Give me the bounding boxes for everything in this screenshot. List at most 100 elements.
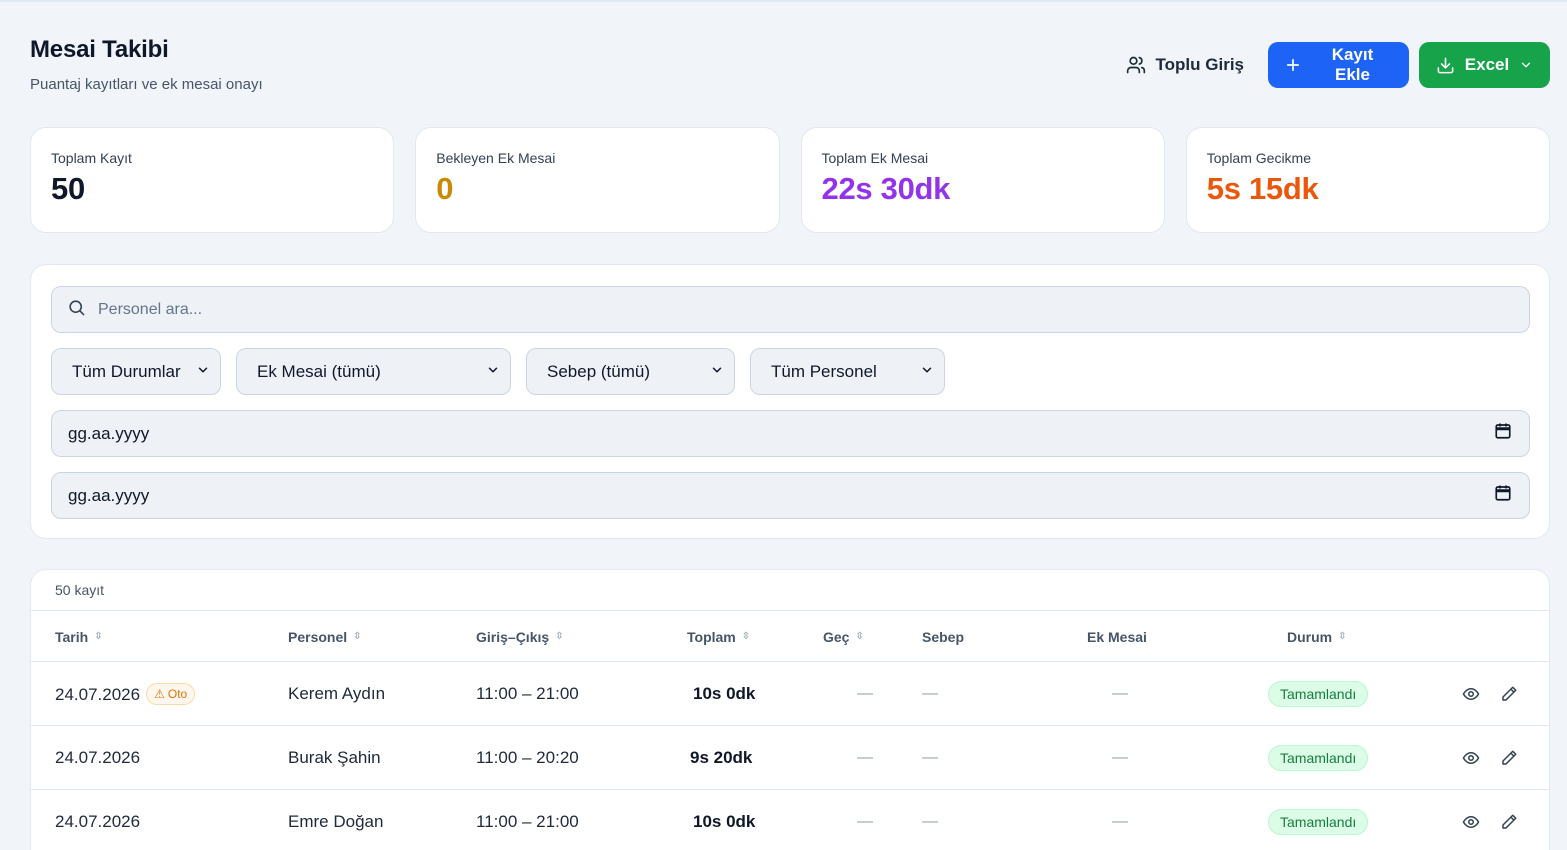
column-label: Durum [1287,629,1333,645]
stat-value: 0 [436,171,454,206]
row-overtime: — [1112,748,1128,766]
search-box [51,286,1530,333]
filter-selects: Tüm Durumlar Ek Mesai (tümü) Sebep (tümü… [51,348,945,395]
pencil-icon[interactable] [1498,683,1520,705]
table-row[interactable]: 24.07.2026 Burak Şahin 11:00 – 20:20 9s … [31,726,1549,790]
row-date: 24.07.2026 [55,684,141,704]
header-actions: Toplu Giriş Kayıt Ekle Excel [1118,42,1550,88]
eye-icon[interactable] [1460,747,1482,769]
staff-select[interactable]: Tüm Personel [750,348,945,395]
eye-icon[interactable] [1460,811,1482,833]
column-header-status[interactable]: Durum ⇳ [1287,629,1347,645]
column-header-reason: Sebep [922,629,964,645]
bulk-entry-label: Toplu Giriş [1155,55,1244,74]
row-staff: Emre Doğan [288,811,384,831]
date-to-input[interactable]: gg.aa.yyyy [51,472,1530,519]
chevron-down-icon [196,362,210,382]
status-select-value: Tüm Durumlar [72,361,181,381]
pencil-icon[interactable] [1498,747,1520,769]
stat-label: Toplam Kayıt [51,150,132,166]
row-date: 24.07.2026 [55,811,141,831]
table-row[interactable]: 24.07.2026 ⚠ Oto Kerem Aydın 11:00 – 21:00… [31,662,1549,726]
auto-badge-label: Oto [167,686,188,701]
row-reason: — [922,748,938,766]
stats-row: Toplam Kayıt 50 Bekleyen Ek Mesai 0 Topl… [30,127,1550,233]
stat-label: Bekleyen Ek Mesai [436,150,556,166]
row-staff: Burak Şahin [288,747,381,767]
eye-icon[interactable] [1460,683,1482,705]
column-header-staff[interactable]: Personel ⇳ [288,629,362,645]
search-icon [67,298,86,322]
status-badge: Tamamlandı [1268,744,1369,771]
record-count: 50 kayıt [55,582,105,598]
excel-label: Excel [1464,55,1510,74]
page-subtitle: Puantaj kayıtları ve ek mesai onayı [30,76,263,93]
search-input[interactable] [98,300,1498,319]
sort-icon: ⇳ [855,631,864,642]
row-reason: — [922,812,938,830]
sort-icon: ⇳ [353,631,362,642]
row-late: — [857,748,873,766]
row-overtime: — [1112,812,1128,830]
overtime-select-value: Ek Mesai (tümü) [257,361,381,381]
row-late: — [857,684,873,702]
status-badge: Tamamlandı [1268,808,1369,835]
row-total: 9s 20dk [690,747,753,767]
row-date-cell: 24.07.2026 ⚠ Oto [55,682,196,705]
add-record-button[interactable]: Kayıt Ekle [1268,42,1409,88]
overtime-select[interactable]: Ek Mesai (tümü) [236,348,511,395]
calendar-icon[interactable] [1494,422,1512,445]
bulk-entry-button[interactable]: Toplu Giriş [1118,42,1258,88]
row-total: 10s 0dk [693,683,756,703]
reason-select-value: Sebep (tümü) [547,361,650,381]
pencil-icon[interactable] [1498,811,1520,833]
chevron-down-icon [710,362,724,382]
stat-value: 22s 30dk [821,171,951,206]
stat-card-total-records: Toplam Kayıt 50 [30,127,395,233]
chevron-down-icon [920,362,934,382]
row-staff: Kerem Aydın [288,683,386,703]
reason-select[interactable]: Sebep (tümü) [526,348,735,395]
excel-button[interactable]: Excel [1419,42,1550,88]
row-total: 10s 0dk [693,811,756,831]
date-to-value: gg.aa.yyyy [68,485,150,505]
warning-icon: ⚠ [154,686,165,701]
column-header-date[interactable]: Tarih ⇳ [55,629,103,645]
stat-label: Toplam Gecikme [1206,150,1312,166]
column-label: Ek Mesai [1087,629,1147,645]
row-overtime: — [1112,684,1128,702]
status-select[interactable]: Tüm Durumlar [51,348,221,395]
stat-value: 5s 15dk [1206,171,1319,206]
table-row[interactable]: 24.07.2026 Emre Doğan 11:00 – 21:00 10s … [31,790,1549,850]
column-header-inout[interactable]: Giriş–Çıkış ⇳ [476,629,564,645]
row-inout: 11:00 – 21:00 [476,811,579,831]
status-badge: Tamamlandı [1268,680,1369,707]
filters-panel: Tüm Durumlar Ek Mesai (tümü) Sebep (tümü… [30,264,1550,539]
date-from-input[interactable]: gg.aa.yyyy [51,410,1530,457]
row-status-cell: Tamamlandı [1268,680,1369,707]
column-label: Tarih [55,629,89,645]
calendar-icon[interactable] [1494,484,1512,507]
column-header-total[interactable]: Toplam ⇳ [687,629,750,645]
records-table: 50 kayıt Tarih ⇳ Personel ⇳ Giriş–Çıkış ⇳ T… [30,569,1550,850]
column-header-late[interactable]: Geç ⇳ [823,629,864,645]
sort-icon: ⇳ [94,631,103,642]
column-header-overtime: Ek Mesai [1087,629,1147,645]
date-from-value: gg.aa.yyyy [68,423,150,443]
stat-card-total-overtime: Toplam Ek Mesai 22s 30dk [800,127,1165,233]
page-header: Mesai Takibi Puantaj kayıtları ve ek mes… [30,36,263,93]
chevron-down-icon [486,362,500,382]
stat-card-pending-overtime: Bekleyen Ek Mesai 0 [415,127,780,233]
row-status-cell: Tamamlandı [1268,744,1369,771]
row-reason: — [922,684,938,702]
sort-icon: ⇳ [741,631,751,642]
chevron-down-icon [1519,58,1533,72]
stat-value: 50 [51,171,85,206]
staff-select-value: Tüm Personel [771,361,877,381]
stat-label: Toplam Ek Mesai [821,150,929,166]
row-inout: 11:00 – 20:20 [476,747,579,767]
sort-icon: ⇳ [555,631,564,642]
auto-badge: ⚠ Oto [146,682,196,705]
row-inout: 11:00 – 21:00 [476,683,579,703]
table-header: Tarih ⇳ Personel ⇳ Giriş–Çıkış ⇳ Toplam ⇳ Ge… [31,610,1549,662]
